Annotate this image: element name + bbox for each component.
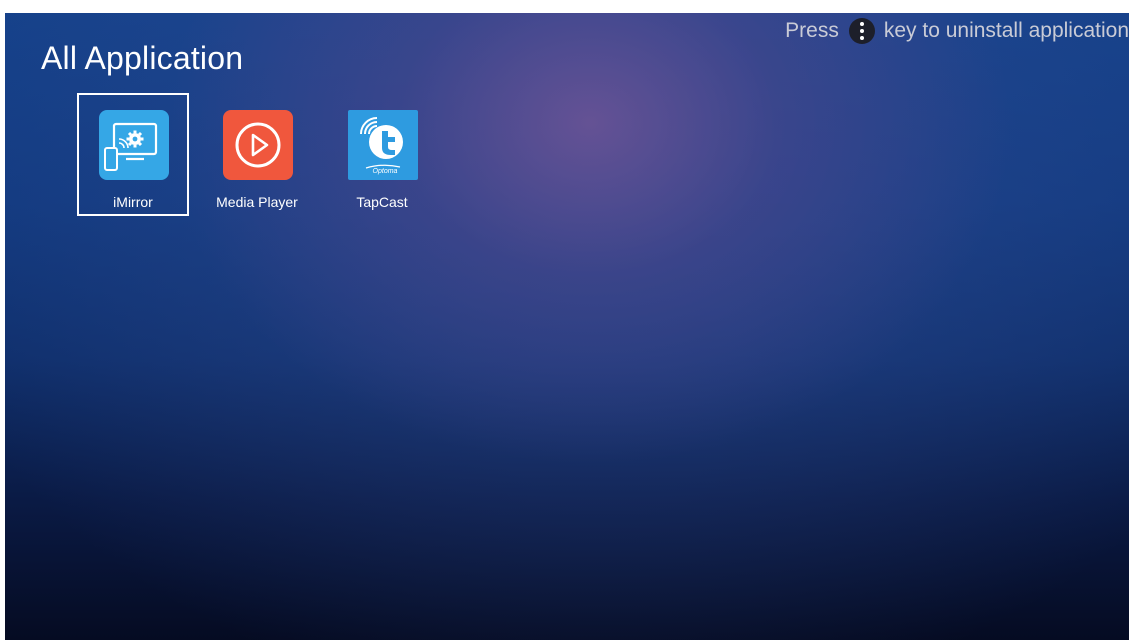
imirror-icon [99, 110, 169, 180]
app-label-imirror: iMirror [113, 194, 153, 210]
tapcast-brand-text: Optoma [373, 168, 398, 175]
app-label-media-player: Media Player [216, 194, 298, 210]
app-label-tapcast: TapCast [356, 194, 408, 210]
app-tile-imirror[interactable]: iMirror [77, 93, 189, 216]
more-vertical-icon [848, 18, 875, 44]
media-player-icon [223, 110, 293, 180]
launcher-screen: All Application Press key to uninstall a… [5, 13, 1129, 640]
hint-suffix: key to uninstall application [883, 19, 1129, 42]
page-title: All Application [41, 40, 244, 76]
app-tile-tapcast[interactable]: Optoma TapCast [326, 93, 438, 216]
tapcast-icon: Optoma [348, 110, 418, 180]
hint-prefix: Press [785, 19, 839, 42]
uninstall-hint: Press key to uninstall application [785, 16, 1129, 46]
app-tile-media-player[interactable]: Media Player [201, 93, 313, 216]
